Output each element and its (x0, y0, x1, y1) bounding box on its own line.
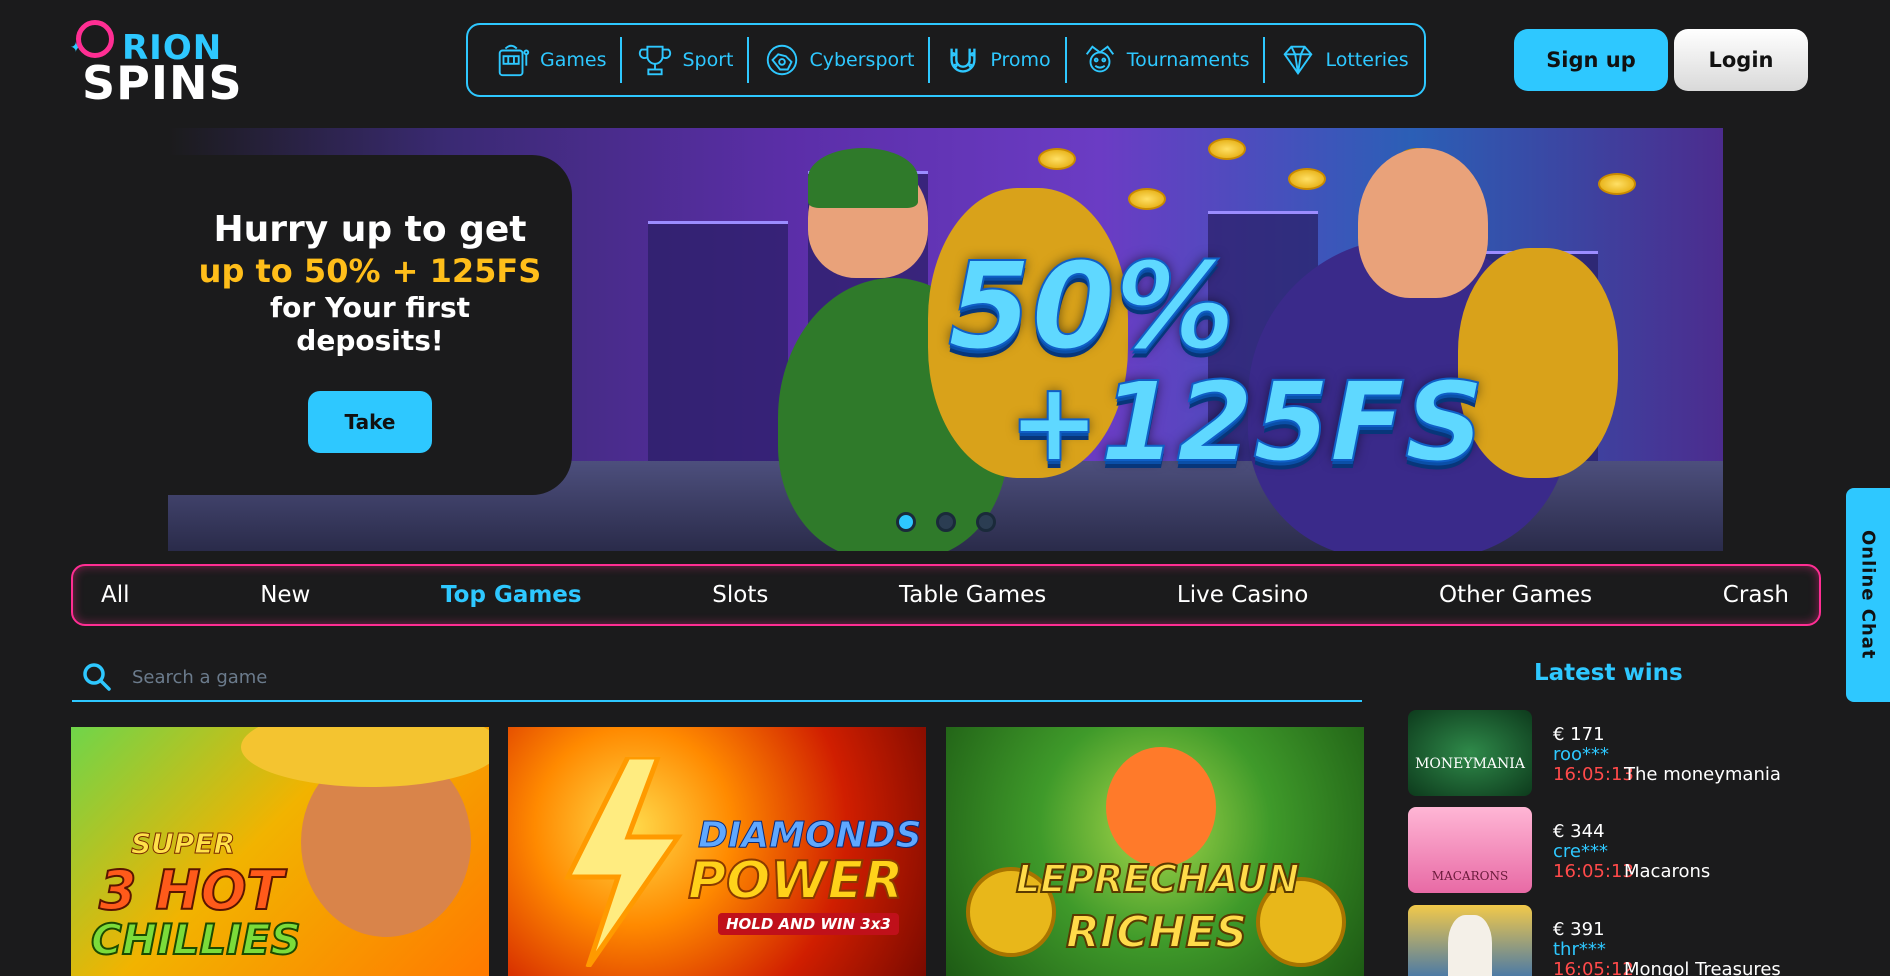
game-title-line1: LEPRECHAUN (1015, 856, 1300, 902)
game-art-leprechaun (1106, 747, 1216, 867)
game-title-line2: POWER (687, 850, 904, 912)
logo-text-spins: SPINS (82, 56, 243, 110)
game-tile-leprechaun-riches[interactable]: LEPRECHAUN RICHES (946, 727, 1364, 976)
brand-logo[interactable]: ✦ RION SPINS (70, 18, 243, 110)
win-user: thr*** (1553, 939, 1606, 960)
game-search (72, 654, 1362, 702)
nav-tournaments[interactable]: Tournaments (1067, 37, 1266, 83)
win-amount: € 344 (1553, 821, 1605, 842)
coin-icon (1038, 148, 1076, 170)
win-item[interactable]: MONEYMANIA € 171 roo*** 16:05:13 The mon… (1408, 710, 1828, 796)
game-tile-super-3-hot-chillies[interactable]: SUPER 3 HOT CHILLIES (71, 727, 489, 976)
category-tabs: All New Top Games Slots Table Games Live… (71, 564, 1821, 626)
game-title-line1: DIAMONDS (698, 815, 923, 857)
coin-icon (1128, 188, 1166, 210)
online-chat-button[interactable]: Online Chat (1846, 488, 1890, 702)
nav-games-label: Games (540, 49, 607, 71)
offer-amount: up to 50% + 125FS (198, 252, 542, 290)
jester-icon (1085, 45, 1114, 73)
win-item[interactable]: MACARONS € 344 cre*** 16:05:13 Macarons (1408, 807, 1828, 893)
signup-button[interactable]: Sign up (1514, 29, 1668, 91)
tab-new[interactable]: New (260, 582, 310, 608)
win-game-name: The moneymania (1624, 764, 1781, 785)
tab-live-casino[interactable]: Live Casino (1177, 582, 1308, 608)
win-item[interactable]: € 391 thr*** 16:05:12 Mongol Treasures (1408, 905, 1828, 976)
game-art-sombrero (241, 727, 489, 787)
tab-all[interactable]: All (101, 582, 130, 608)
game-title-line1: SUPER (130, 827, 236, 861)
coin-icon (1208, 138, 1246, 160)
nav-promo[interactable]: Promo (930, 37, 1067, 83)
carousel-dot[interactable] (936, 512, 956, 532)
game-title-line3: CHILLIES (90, 914, 302, 965)
offer-subline: for Your first (269, 291, 471, 324)
tab-slots[interactable]: Slots (712, 582, 768, 608)
carousel-dots (896, 512, 996, 532)
slot-machine-icon (498, 44, 530, 77)
lightning-bolt-icon (563, 757, 683, 967)
carousel-dot[interactable] (896, 512, 916, 532)
win-game-thumbnail (1408, 905, 1532, 976)
tab-crash[interactable]: Crash (1723, 582, 1789, 608)
win-game-thumbnail: MONEYMANIA (1408, 710, 1532, 796)
search-icon (83, 663, 111, 691)
tab-other-games[interactable]: Other Games (1439, 582, 1592, 608)
win-time: 16:05:13 (1553, 861, 1634, 882)
win-game-name: Macarons (1624, 861, 1711, 882)
game-title-line3: HOLD AND WIN 3x3 (718, 913, 899, 935)
latest-wins-title: Latest wins (1534, 660, 1683, 686)
nav-sport-label: Sport (682, 49, 734, 71)
carousel-dot[interactable] (976, 512, 996, 532)
game-title-line2: 3 HOT (98, 858, 284, 923)
banner-offer-card: Hurry up to get up to 50% + 125FS for Yo… (168, 155, 572, 495)
coin-icon (1288, 168, 1326, 190)
offer-headline: Hurry up to get (213, 209, 527, 250)
robber-left-beanie (808, 148, 918, 208)
nav-games[interactable]: Games (480, 37, 623, 83)
win-time: 16:05:12 (1553, 959, 1634, 976)
offer-subline-2: deposits! (296, 324, 444, 357)
win-amount: € 171 (1553, 724, 1605, 745)
login-button[interactable]: Login (1674, 29, 1808, 91)
promo-percent-text: 50% (947, 237, 1236, 378)
robber-right-head (1358, 148, 1488, 298)
game-tile-diamonds-power[interactable]: DIAMONDS POWER HOLD AND WIN 3x3 (508, 727, 926, 976)
nav-tournaments-label: Tournaments (1126, 49, 1250, 71)
search-input[interactable] (132, 666, 1232, 688)
thumb-label: MONEYMANIA (1415, 756, 1525, 772)
online-chat-label: Online Chat (1857, 530, 1879, 660)
game-title-line2: RICHES (1065, 906, 1248, 959)
win-user: cre*** (1553, 841, 1608, 862)
win-user: roo*** (1553, 744, 1610, 765)
trophy-icon (639, 45, 672, 76)
thumb-label: MACARONS (1431, 869, 1509, 883)
win-amount: € 391 (1553, 919, 1605, 940)
win-time: 16:05:13 (1553, 764, 1634, 785)
orion-ring-icon (76, 20, 114, 58)
win-game-thumbnail: MACARONS (1408, 807, 1532, 893)
gamepad-icon (767, 44, 798, 76)
nav-sport[interactable]: Sport (622, 37, 750, 83)
horse-icon (1448, 915, 1492, 976)
nav-lotteries[interactable]: Lotteries (1265, 37, 1422, 83)
nav-cybersport[interactable]: Cybersport (749, 37, 931, 83)
promo-fs-text: +125FS (1007, 357, 1485, 487)
win-game-name: Mongol Treasures (1624, 959, 1781, 976)
take-bonus-button[interactable]: Take (308, 391, 432, 453)
diamond-icon (1283, 45, 1313, 75)
tab-top-games[interactable]: Top Games (441, 582, 582, 608)
tab-table-games[interactable]: Table Games (899, 582, 1046, 608)
nav-promo-label: Promo (990, 49, 1051, 71)
coin-icon (1598, 173, 1636, 195)
nav-cybersport-label: Cybersport (809, 49, 915, 71)
main-nav: Games Sport Cybersport Promo Tournaments… (466, 23, 1426, 97)
horseshoe-icon (950, 48, 976, 73)
nav-lotteries-label: Lotteries (1325, 49, 1409, 71)
